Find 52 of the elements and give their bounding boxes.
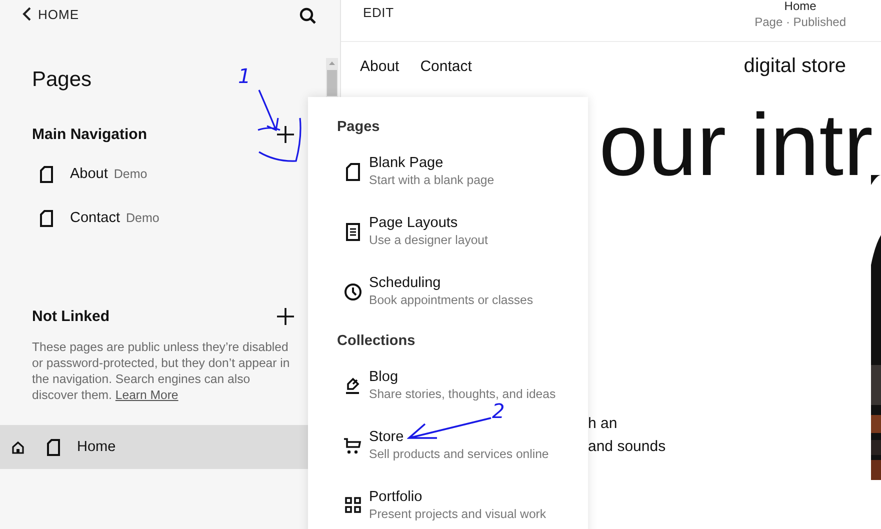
clock-icon <box>344 283 362 301</box>
menu-item-title: Blog <box>369 369 398 385</box>
pen-icon <box>345 377 361 395</box>
menu-item-title: Portfolio <box>369 489 422 505</box>
page-icon <box>346 163 360 181</box>
menu-item-description: Sell products and services online <box>369 447 549 461</box>
page-icon <box>40 210 53 226</box>
page-status: Page · Published <box>754 15 846 29</box>
cart-icon <box>344 437 362 455</box>
menu-item-description: Present projects and visual work <box>369 507 546 521</box>
page-item[interactable]: Contact Demo <box>0 196 340 240</box>
menu-item[interactable]: Portfolio Present projects and visual work <box>337 489 588 527</box>
back-icon <box>22 7 32 21</box>
add-icon[interactable] <box>277 126 294 143</box>
menu-item-description: Use a designer layout <box>369 233 488 247</box>
document-icon <box>346 223 360 241</box>
menu-item-title: Scheduling <box>369 275 441 291</box>
edit-button[interactable]: EDIT <box>363 5 394 41</box>
learn-more-link[interactable]: Learn More <box>115 388 178 402</box>
site-nav-link[interactable]: Contact <box>420 58 472 75</box>
menu-item-description: Start with a blank page <box>369 173 494 187</box>
page-icon <box>40 166 53 182</box>
section-heading: Main Navigation <box>32 126 148 143</box>
menu-item[interactable]: Blank Page Start with a blank page <box>337 155 588 193</box>
menu-item-description: Share stories, thoughts, and ideas <box>369 387 556 401</box>
menu-item-title: Page Layouts <box>369 215 458 231</box>
scrollbar[interactable] <box>326 58 338 98</box>
section-description: These pages are public unless they’re disabled or password-protected, but they don’t appear in the navigation. Search engines can also discover them. Learn More <box>32 339 291 403</box>
section-heading: Not Linked <box>32 308 110 325</box>
grid-icon <box>345 497 361 513</box>
site-title[interactable]: digital store <box>744 55 846 78</box>
menu-item[interactable]: Store Sell products and services online <box>337 429 588 467</box>
menu-item-title: Blank Page <box>369 155 444 171</box>
page-title: Home <box>784 0 816 12</box>
add-icon[interactable] <box>277 308 294 325</box>
menu-item[interactable]: Page Layouts Use a designer layout <box>337 215 588 253</box>
menu-section-heading: Pages <box>337 119 381 135</box>
menu-item[interactable]: Scheduling Book appointments or classes <box>337 275 588 313</box>
menu-section-heading: Collections <box>337 333 416 349</box>
annotation-number: 1 <box>238 66 251 86</box>
body-text: and sounds <box>588 438 667 455</box>
menu-item-description: Book appointments or classes <box>369 293 534 307</box>
search-icon[interactable] <box>299 7 317 25</box>
body-text: h an <box>588 415 618 432</box>
page-icon <box>47 438 60 456</box>
panel-title: Pages <box>32 68 92 92</box>
menu-item-title: Store <box>369 429 404 445</box>
site-nav-link[interactable]: About <box>360 58 400 75</box>
annotation-number: 2 <box>492 401 505 421</box>
page-item[interactable]: About Demo <box>0 152 340 196</box>
hero-heading: our intr <box>599 100 873 190</box>
back-button[interactable]: HOME <box>22 6 79 22</box>
